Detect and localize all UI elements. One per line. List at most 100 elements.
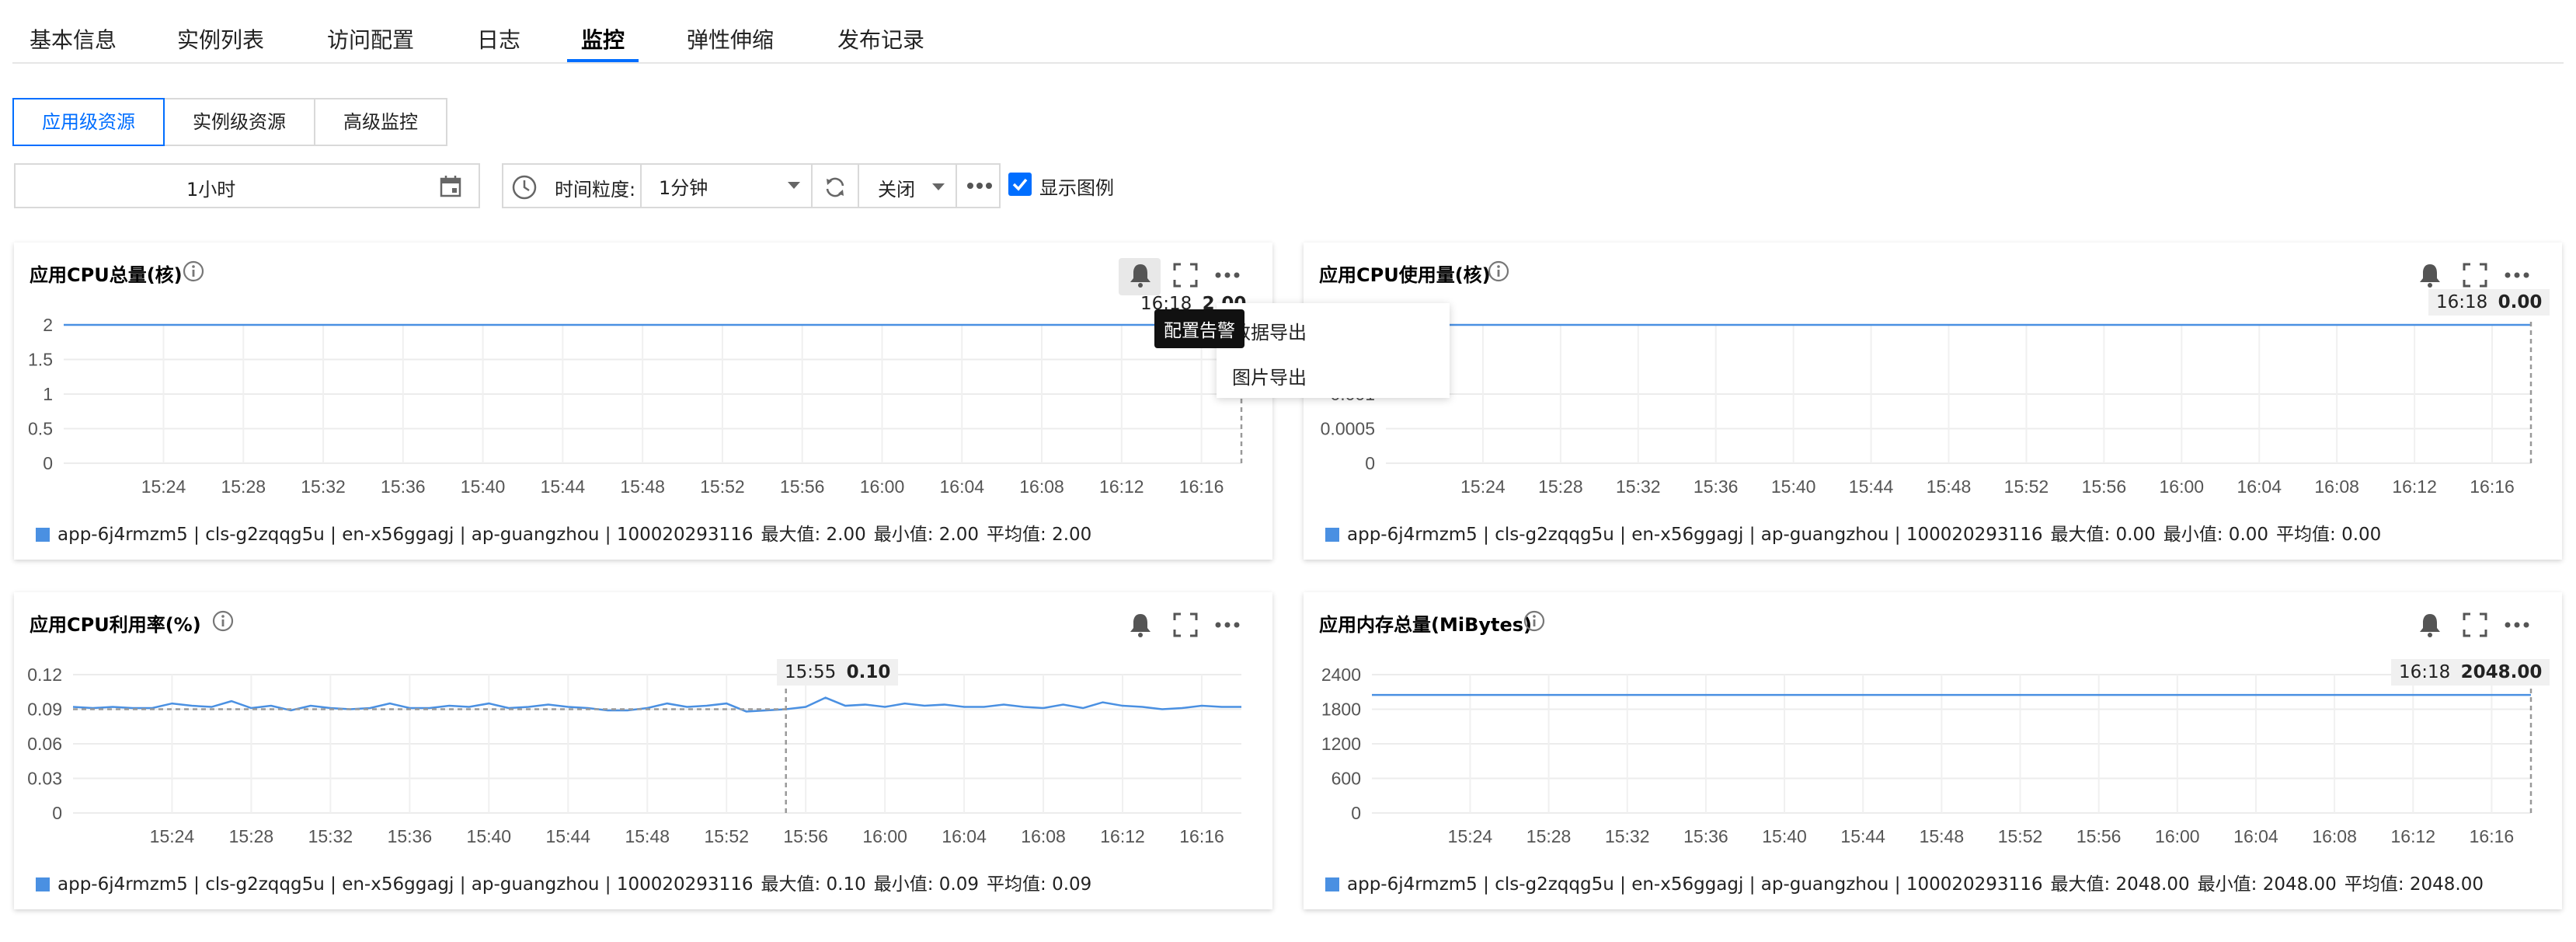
granularity-label: 时间粒度: (555, 179, 636, 201)
menu-item-image-export[interactable]: 图片导出 (1232, 362, 1307, 389)
alarm-config-tooltip: 配置告警 (1154, 309, 1244, 348)
chart-legend[interactable]: app-6j4rmzm5 | cls-g2zqqg5u | en-x56ggag… (36, 869, 1091, 895)
tooltip-time: 16:18 (2436, 292, 2488, 312)
sub-tabs: 应用级资源 实例级资源 高级监控 (12, 98, 447, 146)
chart-legend[interactable]: app-6j4rmzm5 | cls-g2zqqg5u | en-x56ggag… (1325, 519, 2381, 546)
export-menu: 数据导出 图片导出 (1217, 303, 1450, 398)
chart-tooltip: 16:18 2048.00 (2391, 659, 2550, 686)
x-tick-label: 15:40 (461, 476, 506, 497)
legend-avg: 平均值: 0.09 (987, 874, 1092, 895)
x-tick-label: 15:48 (1920, 826, 1965, 846)
x-tick-label: 15:56 (2082, 476, 2127, 497)
tab-basic-info[interactable]: 基本信息 (30, 23, 117, 54)
tooltip-value: 0.00 (2498, 292, 2543, 312)
y-tick-label: 1 (43, 384, 53, 404)
subtab-app-resources[interactable]: 应用级资源 (12, 98, 165, 146)
x-tick-label: 15:48 (620, 476, 665, 497)
x-tick-label: 15:48 (625, 826, 670, 846)
y-tick-label: 0 (1351, 803, 1361, 823)
chart-memory-total[interactable]: 0 600 1200 1800 2400 15:24 15:28 15:32 15:36 15:4… (1304, 592, 2562, 857)
chart-tooltip: 15:55 0.10 (777, 659, 899, 686)
tab-instance-list[interactable]: 实例列表 (177, 23, 264, 54)
x-tick-label: 15:52 (700, 476, 745, 497)
x-tick-label: 16:12 (2392, 476, 2437, 497)
chart-cpu-usage[interactable]: 00.00050.00115:2415:2815:3215:3615:4015:… (1304, 242, 2562, 507)
x-tick-label: 16:04 (2233, 826, 2278, 846)
x-tick-label: 16:08 (2312, 826, 2357, 846)
x-tick-label: 15:44 (1840, 826, 1885, 846)
x-tick-label: 15:24 (150, 826, 195, 846)
legend-swatch (36, 528, 50, 542)
x-tick-label: 16:00 (2160, 476, 2205, 497)
chart-tooltip: 16:18 0.00 (2428, 289, 2550, 316)
x-tick-label: 16:12 (1099, 476, 1144, 497)
subtab-instance-resources[interactable]: 实例级资源 (163, 98, 315, 146)
y-tick-label: 0.12 (27, 665, 62, 685)
x-tick-label: 16:00 (862, 826, 907, 846)
x-tick-label: 15:44 (1849, 476, 1894, 497)
tooltip-time: 16:18 (2399, 662, 2451, 682)
x-tick-label: 15:32 (1616, 476, 1661, 497)
x-tick-label: 15:40 (1771, 476, 1816, 497)
legend-series-name: app-6j4rmzm5 | cls-g2zqqg5u | en-x56ggag… (57, 525, 754, 545)
legend-max: 最大值: 0.00 (2050, 525, 2156, 545)
x-tick-label: 15:56 (780, 476, 825, 497)
chart-cpu-utilization[interactable]: 0 0.03 0.06 0.09 0.12 15:24 15:28 15:32 15:36 15:… (14, 592, 1272, 857)
granularity-group: 时间粒度: 1分钟 (502, 163, 813, 208)
more-icon (967, 183, 992, 189)
x-tick-label: 16:04 (2237, 476, 2282, 497)
tab-logs[interactable]: 日志 (477, 23, 520, 54)
show-legend-checkbox[interactable] (1008, 173, 1032, 196)
tab-autoscaling[interactable]: 弹性伸缩 (687, 23, 774, 54)
refresh-interval-value: 关闭 (878, 179, 915, 201)
chart-cpu-total[interactable]: 0 0.5 1 1.5 2 15:24 15:28 15:32 15:36 15:40 15:44 1… (14, 242, 1272, 507)
x-tick-label: 15:24 (1460, 476, 1506, 497)
x-tick-label: 15:48 (1927, 476, 1972, 497)
legend-series-name: app-6j4rmzm5 | cls-g2zqqg5u | en-x56ggag… (1347, 525, 2043, 545)
x-tick-label: 16:08 (2314, 476, 2359, 497)
legend-max: 最大值: 0.10 (761, 874, 866, 895)
y-tick-label: 0.03 (27, 769, 62, 789)
tooltip-value: 2048.00 (2460, 662, 2543, 682)
legend-avg: 平均值: 0.00 (2276, 525, 2382, 545)
legend-swatch (36, 877, 50, 891)
refresh-interval-select[interactable]: 关闭 (858, 163, 959, 208)
legend-series-name: app-6j4rmzm5 | cls-g2zqqg5u | en-x56ggag… (1347, 874, 2043, 895)
subtab-advanced-monitoring[interactable]: 高级监控 (314, 98, 447, 146)
time-range-picker[interactable]: 1小时 (14, 163, 480, 208)
y-tick-label: 0 (52, 803, 62, 823)
x-tick-label: 15:40 (1762, 826, 1807, 846)
legend-min: 最小值: 2048.00 (2197, 874, 2337, 895)
x-tick-label: 15:24 (141, 476, 186, 497)
toolbar: 1小时 时间粒度: 1分钟 关闭 显示图例 (14, 163, 2576, 210)
legend-min: 最小值: 0.00 (2163, 525, 2269, 545)
chart-legend[interactable]: app-6j4rmzm5 | cls-g2zqqg5u | en-x56ggag… (1325, 869, 2484, 895)
tab-monitoring[interactable]: 监控 (566, 23, 639, 62)
tooltip-time: 15:55 (785, 662, 837, 682)
calendar-icon (440, 176, 461, 197)
x-tick-label: 16:16 (1179, 476, 1224, 497)
x-tick-label: 16:08 (1021, 826, 1066, 846)
granularity-select[interactable]: 1分钟 (640, 163, 816, 208)
panel-cpu-usage: 应用CPU使用量(核) 00.00050.00115:2415:2815:321… (1304, 242, 2562, 560)
x-tick-label: 15:52 (1998, 826, 2043, 846)
chart-legend[interactable]: app-6j4rmzm5 | cls-g2zqqg5u | en-x56ggag… (36, 519, 1091, 546)
tab-release-history[interactable]: 发布记录 (837, 23, 924, 54)
tooltip-value: 0.10 (846, 662, 891, 682)
panel-cpu-total: 应用CPU总量(核) 0 0.5 1 1.5 2 15:24 15:28 15:32 15:36… (14, 242, 1272, 560)
x-tick-label: 16:04 (942, 826, 987, 846)
auto-refresh-button[interactable] (811, 163, 859, 208)
y-tick-label: 2 (43, 315, 53, 335)
more-options-button[interactable] (956, 163, 1001, 208)
x-tick-label: 16:12 (1100, 826, 1145, 846)
legend-max: 最大值: 2.00 (761, 525, 866, 545)
tab-access-config[interactable]: 访问配置 (327, 23, 414, 54)
show-legend-label[interactable]: 显示图例 (1039, 173, 1114, 200)
top-tabs: 基本信息 实例列表 访问配置 日志 监控 弹性伸缩 发布记录 (12, 0, 2564, 64)
y-tick-label: 0 (1365, 453, 1375, 473)
legend-swatch (1325, 528, 1339, 542)
x-tick-label: 16:16 (2470, 826, 2515, 846)
x-tick-label: 15:56 (783, 826, 828, 846)
x-tick-label: 15:32 (1605, 826, 1650, 846)
y-tick-label: 0.06 (27, 734, 62, 754)
